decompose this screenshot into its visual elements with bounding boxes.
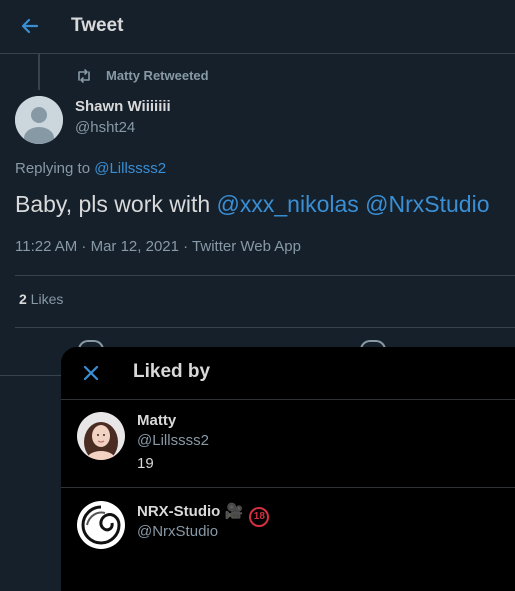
adult-badge-icon: 18 [249, 507, 270, 527]
replying-to-label: Replying to [15, 160, 95, 177]
modal-header: Liked by [61, 347, 515, 400]
user-display-name[interactable]: Matty [137, 412, 176, 429]
user-bio: 19 [137, 455, 154, 472]
likes-count[interactable]: 2 Likes [19, 291, 63, 307]
avatar[interactable] [77, 412, 125, 460]
divider [0, 375, 62, 376]
author-handle[interactable]: @hsht24 [75, 119, 135, 136]
user-name-text: NRX-Studio 🎥 [137, 503, 244, 520]
user-cell[interactable]: Matty @Lillssss2 19 [61, 400, 515, 488]
arrow-left-icon [21, 18, 39, 34]
mention-link[interactable]: @xxx_nikolas [217, 191, 359, 217]
likes-label: Likes [26, 291, 64, 307]
page-title: Tweet [71, 15, 124, 36]
swirl-logo-icon [77, 501, 125, 549]
modal-title: Liked by [133, 361, 211, 382]
user-photo-icon [77, 412, 125, 460]
retweeted-by-label[interactable]: Matty Retweeted [106, 68, 209, 83]
user-cell[interactable]: NRX-Studio 🎥 18 @NrxStudio [61, 488, 515, 578]
likes-number: 2 [19, 291, 27, 307]
liked-by-modal: Liked by Matty @Lillssss2 19 NRX-Studio … [61, 347, 515, 591]
thread-line [38, 54, 40, 90]
retweet-icon [78, 69, 90, 83]
user-handle[interactable]: @Lillssss2 [137, 432, 209, 449]
divider [15, 275, 515, 276]
user-handle[interactable]: @NrxStudio [137, 523, 218, 540]
replying-to-link[interactable]: @Lillssss2 [94, 160, 166, 177]
tweet-text: Baby, pls work with @xxx_nikolas @NrxStu… [15, 191, 490, 218]
page-header: Tweet [0, 0, 515, 54]
divider [15, 327, 515, 328]
tweet-meta[interactable]: 11:22 AM · Mar 12, 2021 · Twitter Web Ap… [15, 238, 301, 255]
back-button[interactable] [16, 12, 44, 40]
default-avatar-icon [15, 96, 63, 144]
close-button[interactable] [80, 362, 102, 384]
author-display-name[interactable]: Shawn Wiiiiiii [75, 98, 171, 115]
tweet-text-body: Baby, pls work with [15, 191, 217, 217]
mention-link[interactable]: @NrxStudio [365, 191, 489, 217]
avatar[interactable] [77, 501, 125, 549]
close-icon [83, 365, 99, 381]
replying-to-line: Replying to @Lillssss2 [15, 160, 166, 177]
avatar[interactable] [15, 96, 63, 144]
